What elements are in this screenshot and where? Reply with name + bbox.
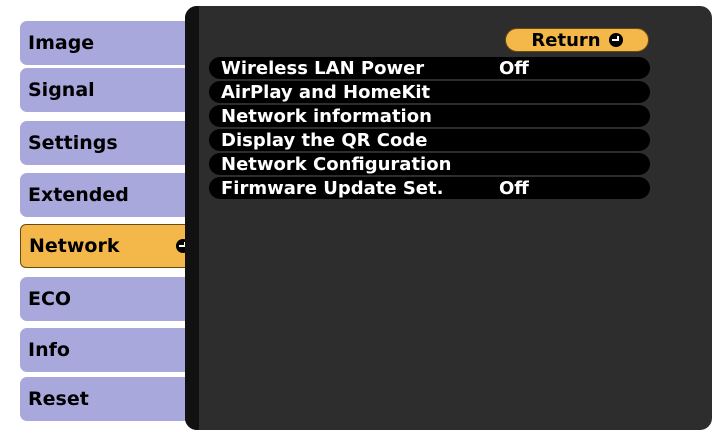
menu-item-value: Off [499,57,529,79]
menu-item-wireless-lan-power[interactable]: Wireless LAN Power Off [209,57,650,79]
menu-item-label: Network information [221,105,432,127]
tab-label: Network [29,235,120,257]
network-menu-list: Wireless LAN Power Off AirPlay and HomeK… [209,57,650,201]
return-button[interactable]: Return [505,28,649,52]
panel-bezel [185,6,199,430]
menu-item-firmware-update-set[interactable]: Firmware Update Set. Off [209,177,650,199]
tab-signal[interactable]: Signal [20,68,190,112]
menu-item-network-configuration[interactable]: Network Configuration [209,153,650,175]
tab-label: Info [28,339,70,361]
menu-item-airplay-homekit[interactable]: AirPlay and HomeKit [209,81,650,103]
menu-item-display-qr-code[interactable]: Display the QR Code [209,129,650,151]
menu-item-network-information[interactable]: Network information [209,105,650,127]
tab-label: Extended [28,184,129,206]
return-label: Return [531,29,601,51]
menu-item-label: AirPlay and HomeKit [221,81,431,103]
tab-label: Signal [28,79,95,101]
tab-label: Settings [28,132,118,154]
menu-item-label: Wireless LAN Power [221,57,425,79]
tab-reset[interactable]: Reset [20,377,190,421]
tab-settings[interactable]: Settings [20,121,190,165]
tab-extended[interactable]: Extended [20,173,190,217]
tab-image[interactable]: Image [20,21,190,65]
menu-item-label: Display the QR Code [221,129,428,151]
tab-info[interactable]: Info [20,328,190,372]
menu-item-label: Network Configuration [221,153,452,175]
menu-item-label: Firmware Update Set. [221,177,444,199]
tab-label: ECO [28,288,72,310]
tab-label: Reset [28,388,89,410]
enter-icon [608,33,623,47]
tab-network[interactable]: Network [20,224,196,268]
tab-eco[interactable]: ECO [20,277,190,321]
menu-item-value: Off [499,177,529,199]
tab-label: Image [28,32,95,54]
